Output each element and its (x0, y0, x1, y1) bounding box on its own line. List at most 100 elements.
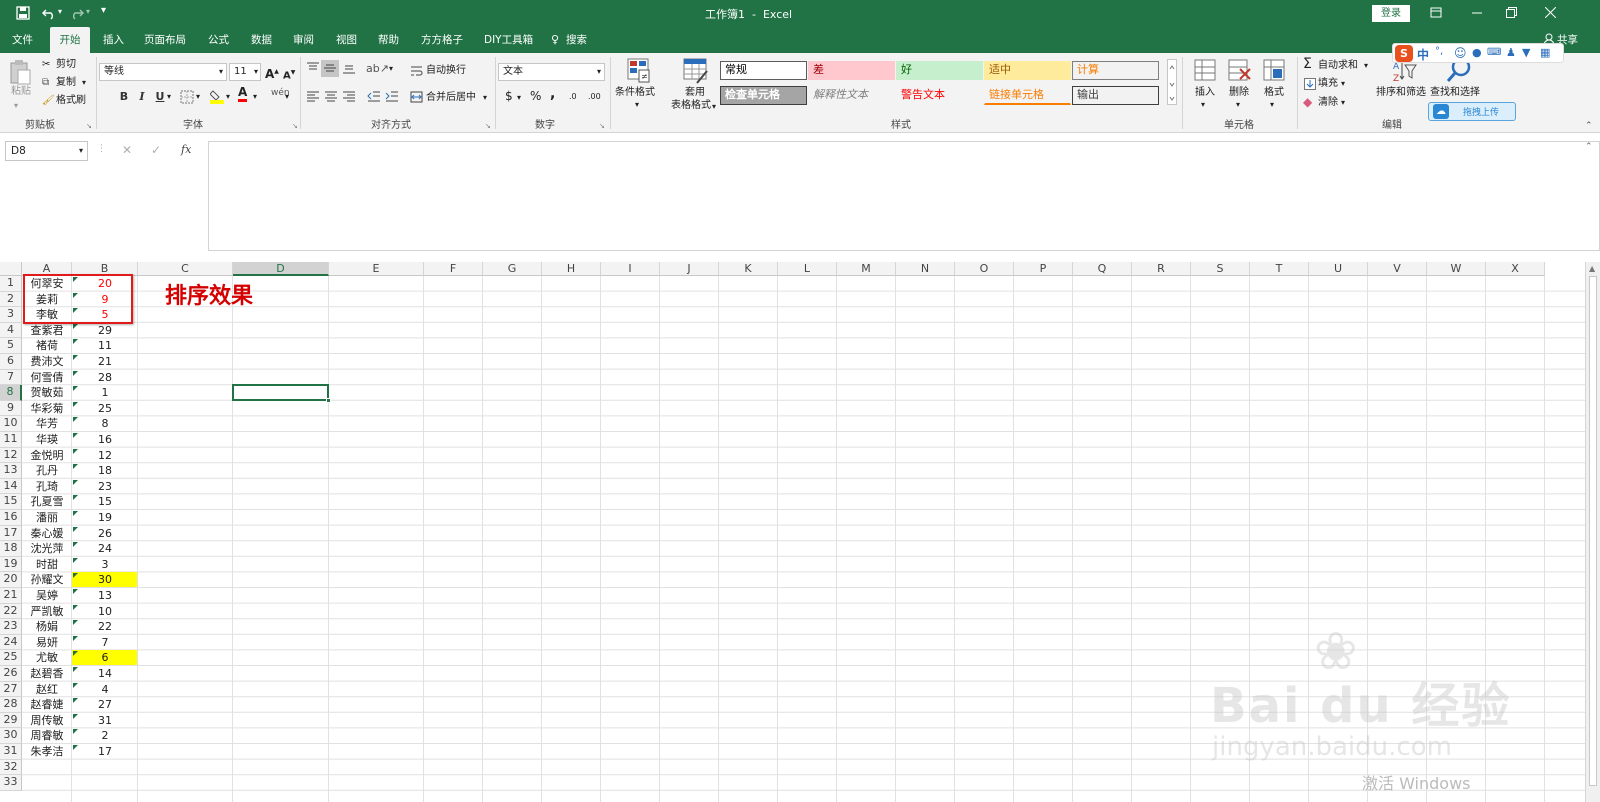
cell-name[interactable]: 杨娟 (22, 619, 72, 635)
cell-name[interactable]: 赵睿婕 (22, 697, 72, 713)
column-header-M[interactable]: M (837, 262, 896, 276)
worksheet-grid[interactable]: A B C D E F G H I J K L M N O P Q R S T U V W X 1 2 3 4 5 6 7 8 9 10 11 12 1… (0, 262, 1600, 802)
cell-name[interactable]: 华瑛 (22, 432, 72, 448)
fill-handle[interactable] (326, 397, 331, 403)
alignment-launcher-icon[interactable]: ↘ (485, 119, 491, 133)
font-launcher-icon[interactable]: ↘ (292, 119, 298, 133)
cell-value[interactable]: 10 (72, 604, 138, 620)
cell-name[interactable]: 易妍 (22, 635, 72, 651)
formula-input[interactable] (208, 141, 1600, 251)
align-right-icon[interactable] (342, 90, 356, 102)
tab-view[interactable]: 视图 (336, 27, 357, 53)
cell-name[interactable]: 周睿敏 (22, 728, 72, 744)
wrap-text-button[interactable]: 自动换行 (426, 64, 466, 78)
row-header[interactable]: 29 (0, 712, 22, 729)
cell-name[interactable]: 查紫君 (22, 323, 72, 339)
row-header[interactable]: 6 (0, 354, 22, 370)
font-name-select[interactable]: 等线 ▾ (99, 63, 227, 81)
column-header-G[interactable]: G (483, 262, 542, 276)
row-header[interactable]: 27 (0, 681, 22, 698)
cell-value[interactable]: 11 (72, 338, 138, 354)
underline-dropdown-icon[interactable]: ▾ (167, 90, 171, 104)
cell-name[interactable]: 褚荷 (22, 338, 72, 354)
cell-style-option[interactable]: 解释性文本 (808, 86, 895, 105)
paste-dropdown-icon[interactable]: ▾ (14, 99, 18, 113)
currency-button[interactable]: $ (505, 89, 513, 103)
customize-qat-icon[interactable]: ▾ (101, 5, 106, 16)
cell-name[interactable]: 金悦明 (22, 448, 72, 464)
person-icon[interactable]: ♟ (1506, 46, 1516, 59)
row-header[interactable]: 20 (0, 572, 22, 588)
scroll-up-icon[interactable]: ▲ (1589, 264, 1595, 273)
row-header[interactable]: 17 (0, 525, 22, 542)
scroll-thumb[interactable] (1589, 276, 1597, 786)
redo-icon[interactable] (70, 6, 84, 20)
column-header-T[interactable]: T (1250, 262, 1309, 276)
cancel-entry-button[interactable]: ✕ (122, 143, 132, 157)
underline-button[interactable]: U (152, 89, 168, 105)
row-header[interactable]: 7 (0, 369, 22, 386)
selected-cell[interactable] (232, 384, 329, 401)
copy-button[interactable]: 复制 (56, 76, 76, 90)
format-painter-button[interactable]: 格式刷 (56, 94, 86, 108)
row-header[interactable]: 18 (0, 541, 22, 557)
cell-name[interactable]: 严凯敏 (22, 604, 72, 620)
insert-dropdown-icon[interactable]: ▾ (1201, 98, 1205, 112)
row-header[interactable]: 26 (0, 666, 22, 682)
tab-diy-toolbox[interactable]: DIY工具箱 (484, 27, 533, 53)
percent-button[interactable]: % (530, 89, 541, 103)
row-header[interactable]: 10 (0, 416, 22, 432)
tab-file[interactable]: 文件 (12, 27, 33, 53)
merge-dropdown-icon[interactable]: ▾ (483, 91, 487, 105)
insert-cells-icon[interactable] (1194, 59, 1216, 81)
cell-value[interactable]: 13 (72, 588, 138, 604)
row-header[interactable]: 25 (0, 650, 22, 666)
cell-name[interactable]: 周传敏 (22, 713, 72, 729)
row-header[interactable]: 12 (0, 447, 22, 464)
borders-dropdown-icon[interactable]: ▾ (196, 90, 200, 104)
name-box[interactable]: D8 ▾ (5, 141, 88, 161)
cell-style-option[interactable]: 检查单元格 (720, 86, 807, 105)
close-icon[interactable] (1545, 7, 1556, 18)
vertical-scrollbar[interactable]: ▲ (1585, 262, 1600, 802)
grow-font-button[interactable]: A▲ (265, 65, 279, 81)
cell-style-option[interactable]: 适中 (984, 61, 1071, 80)
redo-dropdown-icon[interactable]: ▾ (86, 7, 90, 16)
cell-value[interactable]: 3 (72, 557, 138, 573)
format-table-line1[interactable]: 套用 (685, 86, 705, 100)
phonetic-dropdown-icon[interactable]: ▾ (285, 90, 289, 104)
sort-filter-button[interactable]: 排序和筛选 (1376, 86, 1426, 100)
cell-style-option[interactable]: 链接单元格 (984, 86, 1071, 105)
tab-review[interactable]: 审阅 (293, 27, 314, 53)
cell-value[interactable]: 29 (72, 323, 138, 339)
orientation-dropdown-icon[interactable]: ▾ (389, 62, 393, 76)
font-color-dropdown-icon[interactable]: ▾ (253, 90, 257, 104)
cell-value[interactable]: 1 (72, 385, 138, 401)
cell-value[interactable]: 16 (72, 432, 138, 448)
keyboard-icon[interactable]: ⌨ (1487, 47, 1501, 58)
row-header[interactable]: 24 (0, 634, 22, 651)
align-bottom-icon[interactable] (342, 62, 356, 74)
column-header-O[interactable]: O (955, 262, 1014, 276)
row-header[interactable]: 3 (0, 307, 22, 323)
cell-style-option[interactable]: 警告文本 (896, 86, 983, 105)
column-header-K[interactable]: K (719, 262, 778, 276)
cell-name[interactable]: 吴婷 (22, 588, 72, 604)
row-header[interactable]: 13 (0, 463, 22, 479)
align-top-icon[interactable] (306, 62, 320, 74)
cell-value[interactable]: 6 (72, 650, 138, 666)
cell-name[interactable]: 沈光萍 (22, 541, 72, 557)
cell-name[interactable]: 华芳 (22, 416, 72, 432)
clear-button[interactable]: 清除 (1318, 96, 1338, 110)
cell-value[interactable]: 18 (72, 463, 138, 479)
cell-name[interactable]: 华彩菊 (22, 401, 72, 417)
grid-apps-icon[interactable]: ▦ (1540, 46, 1550, 59)
align-left-icon[interactable] (306, 90, 320, 102)
increase-decimal-button[interactable]: .0 (569, 90, 577, 104)
collapse-formula-bar-icon[interactable]: ⌃ (1585, 142, 1593, 152)
number-launcher-icon[interactable]: ↘ (599, 119, 605, 133)
italic-button[interactable]: I (134, 89, 150, 105)
shirt-icon[interactable]: ▼ (1522, 46, 1530, 59)
row-header[interactable]: 9 (0, 400, 22, 417)
cell-value[interactable]: 19 (72, 510, 138, 526)
